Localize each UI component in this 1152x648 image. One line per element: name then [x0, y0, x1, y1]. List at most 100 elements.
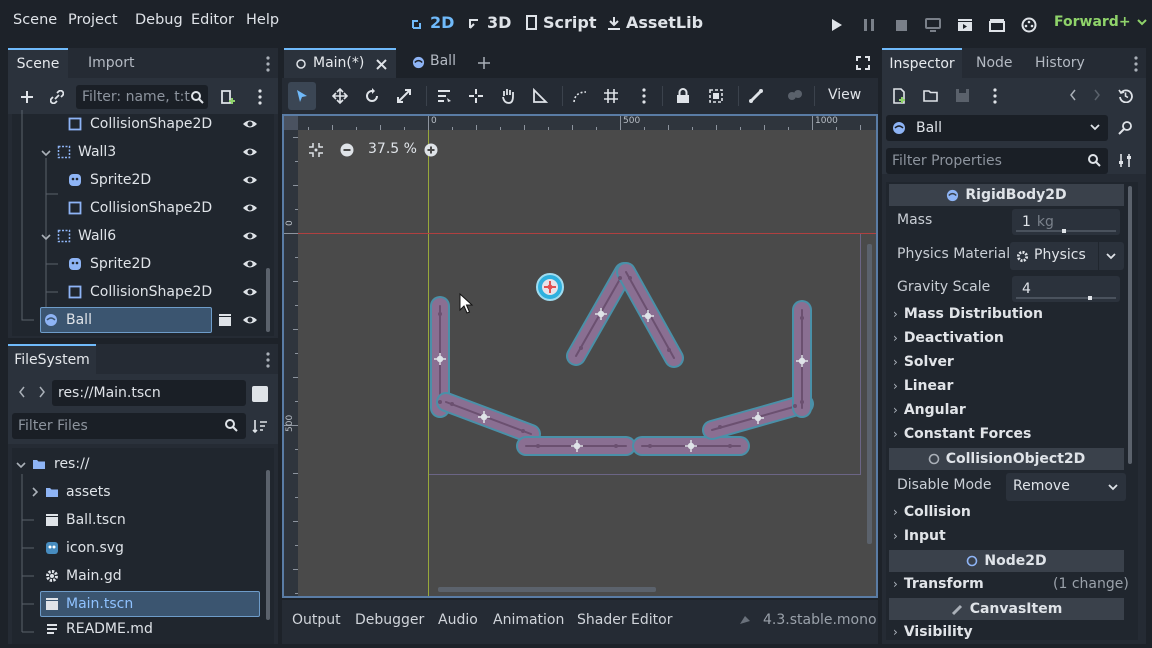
play-scene-button[interactable] [954, 14, 976, 36]
back-arrow-icon[interactable] [1069, 89, 1077, 101]
visibility-eye-icon[interactable] [242, 173, 258, 187]
visibility-eye-icon[interactable] [242, 201, 258, 215]
menu-project[interactable]: Project [68, 12, 118, 28]
tab-main[interactable]: Main(*) [284, 48, 396, 78]
tree-item-sprite2d[interactable]: Sprite2D [10, 250, 262, 278]
view-menu-button[interactable]: View [828, 87, 861, 103]
group-visibility[interactable]: › Visibility [893, 624, 973, 640]
forward-arrow-icon[interactable] [1093, 89, 1101, 101]
attach-script-button[interactable] [217, 86, 239, 108]
grid-snap-icon[interactable] [603, 88, 619, 104]
gravity-slider-grabber[interactable] [1088, 296, 1092, 300]
group-icon[interactable] [708, 88, 724, 104]
tab-node[interactable]: Node [966, 48, 1023, 78]
group-mass-distribution[interactable]: › Mass Distribution [893, 306, 1043, 322]
pan-hand-icon[interactable] [500, 87, 516, 104]
menu-scene[interactable]: Scene [13, 12, 57, 28]
filter-properties-input[interactable]: Filter Properties [886, 148, 1108, 174]
tree-item-collisionshape2d[interactable]: CollisionShape2D [10, 194, 262, 222]
mode-2d-button[interactable]: 2D [411, 13, 454, 32]
chevron-down-icon[interactable] [1106, 253, 1116, 260]
zoom-in-icon[interactable] [424, 143, 438, 157]
visibility-eye-icon[interactable] [242, 117, 258, 131]
zoom-level[interactable]: 37.5 % [368, 141, 417, 157]
instance-scene-button[interactable] [46, 86, 68, 108]
tree-item-sprite2d[interactable]: Sprite2D [10, 166, 262, 194]
tree-item-collisionshape2d[interactable]: CollisionShape2D [10, 278, 262, 306]
scale-icon[interactable] [396, 88, 412, 104]
lock-icon[interactable] [676, 88, 690, 104]
ball[interactable] [536, 273, 564, 301]
rotate-icon[interactable] [364, 88, 380, 104]
bottom-tab-animation[interactable]: Animation [493, 612, 564, 628]
menu-editor[interactable]: Editor [191, 12, 234, 28]
canvas-viewport[interactable]: 37.5 % [284, 116, 876, 596]
visibility-eye-icon[interactable] [242, 145, 258, 159]
group-angular[interactable]: › Angular [893, 402, 966, 418]
group-constant-forces[interactable]: › Constant Forces [893, 426, 1031, 442]
tab-history[interactable]: History [1025, 48, 1095, 78]
bottom-tab-shader-editor[interactable]: Shader Editor [577, 612, 672, 628]
tab-scene[interactable]: Scene [8, 48, 68, 78]
dock-menu-icon[interactable] [266, 352, 270, 368]
particles-icon[interactable] [787, 88, 803, 102]
bottom-tab-output[interactable]: Output [292, 612, 341, 628]
pivot-icon[interactable] [468, 88, 484, 104]
mode-assetlib-button[interactable]: AssetLib [607, 13, 703, 32]
dock-menu-icon[interactable] [1134, 56, 1138, 72]
bottom-tab-audio[interactable]: Audio [438, 612, 478, 628]
pause-button[interactable] [858, 14, 880, 36]
chevron-down-icon[interactable] [41, 148, 51, 158]
group-deactivation[interactable]: › Deactivation [893, 330, 1004, 346]
mode-script-button[interactable]: Script [525, 13, 596, 32]
file-item-icon-svg[interactable]: icon.svg [10, 534, 262, 562]
distraction-free-icon[interactable] [856, 56, 870, 70]
file-item-res-root[interactable]: res:// [10, 450, 262, 478]
visibility-eye-icon[interactable] [242, 229, 258, 243]
scene-tree-scrollbar[interactable] [266, 268, 270, 332]
move-icon[interactable] [332, 88, 348, 104]
inspector-scrollbar[interactable] [1128, 186, 1132, 464]
resource-options-icon[interactable] [993, 88, 997, 104]
path-field[interactable]: res://Main.tscn [52, 380, 246, 406]
center-view-icon[interactable] [308, 142, 324, 158]
play-button[interactable] [826, 14, 848, 36]
movie-maker-button[interactable] [1018, 14, 1040, 36]
tree-item-ball[interactable]: Ball [10, 306, 262, 334]
tab-ball[interactable]: Ball [408, 48, 478, 78]
group-input[interactable]: › Input [893, 528, 946, 544]
tree-item-wall6[interactable]: Wall6 [10, 222, 262, 250]
bottom-tab-debugger[interactable]: Debugger [355, 612, 424, 628]
visibility-eye-icon[interactable] [242, 257, 258, 271]
mass-field[interactable]: 1 kg [1012, 209, 1120, 235]
viewport-h-scrollbar[interactable] [438, 587, 656, 592]
object-properties-icon[interactable] [1117, 120, 1133, 136]
gravity-scale-field[interactable]: 4 [1012, 276, 1120, 302]
new-resource-icon[interactable] [892, 88, 907, 104]
remote-debug-button[interactable] [922, 14, 944, 36]
physics-material-field[interactable]: Physics [1010, 242, 1124, 270]
file-item-ball-tscn[interactable]: Ball.tscn [10, 506, 262, 534]
group-transform[interactable]: › Transform [893, 576, 984, 592]
visibility-eye-icon[interactable] [242, 313, 258, 327]
renderer-selector[interactable]: Forward+ [1054, 14, 1147, 30]
tree-item-wall3[interactable]: Wall3 [10, 138, 262, 166]
file-tree-scrollbar[interactable] [266, 470, 270, 620]
save-icon[interactable] [955, 88, 970, 103]
group-collision[interactable]: › Collision [893, 504, 971, 520]
file-item-main-gd[interactable]: Main.gd [10, 562, 262, 590]
dock-menu-icon[interactable] [266, 56, 270, 72]
sort-icon[interactable] [252, 418, 268, 434]
group-solver[interactable]: › Solver [893, 354, 954, 370]
update-spinner-icon[interactable] [738, 614, 752, 628]
play-custom-scene-button[interactable] [986, 14, 1008, 36]
menu-debug[interactable]: Debug [135, 12, 183, 28]
back-arrow-icon[interactable] [18, 386, 26, 398]
chevron-right-icon[interactable] [30, 487, 40, 497]
tab-filesystem[interactable]: FileSystem [8, 344, 96, 374]
visibility-eye-icon[interactable] [242, 285, 258, 299]
chevron-down-icon[interactable] [41, 232, 51, 242]
disable-mode-select[interactable]: Remove [1006, 473, 1126, 501]
viewport-v-scrollbar[interactable] [867, 244, 872, 544]
snap-options-icon[interactable] [642, 88, 646, 104]
